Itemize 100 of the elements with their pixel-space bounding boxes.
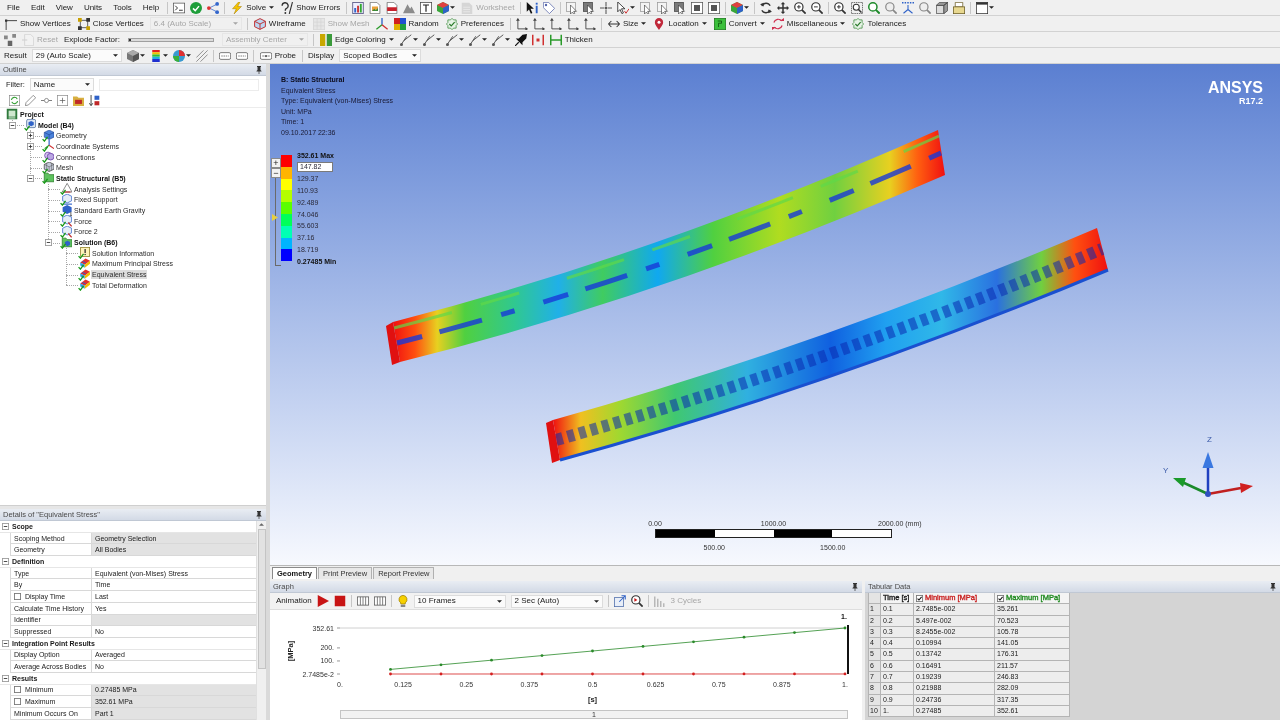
select-icon[interactable] [583,1,596,14]
rotate-icon[interactable] [760,1,773,14]
expander-icon[interactable] [9,121,16,129]
pin-icon[interactable] [255,65,263,74]
graphics-viewport[interactable] [270,64,1280,565]
edge-icon[interactable] [491,33,504,46]
color-bar-icon[interactable] [149,49,162,62]
toolbar-button[interactable]: Convert [712,16,766,31]
checkbox[interactable] [14,592,21,600]
collapse-icon[interactable] [2,557,9,565]
checkbox[interactable] [916,594,923,602]
pin-icon[interactable] [1269,582,1277,591]
toolbar-button[interactable]: Close Vertices [76,16,145,31]
text-tool-icon[interactable] [420,1,433,14]
menu-item[interactable]: View [52,0,76,15]
axis-icon[interactable] [532,17,545,30]
zoom-box-icon[interactable] [851,1,864,14]
image-document-icon[interactable] [369,1,382,14]
collapse-icon[interactable] [2,639,9,647]
select-icon[interactable] [708,1,721,14]
cube-icon[interactable] [437,1,450,14]
magnifier-icon[interactable] [630,595,643,607]
label-icon[interactable] [235,49,248,62]
toolbar-button[interactable]: Miscellaneous [770,16,847,31]
explode-icon[interactable] [4,33,16,46]
zoom-in-icon[interactable] [794,1,807,14]
edge-icon[interactable] [399,33,412,46]
checkbox[interactable] [14,698,21,706]
scroll-up-icon[interactable] [259,523,264,526]
toolbar-button[interactable]: Size [606,16,648,31]
axis-icon[interactable] [549,17,562,30]
dropdown[interactable]: 2 Sec (Auto) [510,594,603,608]
expander-icon[interactable] [45,239,52,247]
pin-icon[interactable] [851,582,859,591]
menu-item[interactable]: File [4,0,23,15]
collapse-icon[interactable] [2,522,9,530]
menu-item[interactable]: Edit [27,0,48,15]
refresh-icon[interactable] [9,94,20,106]
pointer-icon[interactable] [526,1,539,14]
pencil-icon[interactable] [25,94,36,106]
toolbar-button[interactable]: Solve [230,0,276,15]
time-marker-line[interactable] [846,625,849,674]
tag-icon[interactable] [543,1,556,14]
expander-icon[interactable] [27,174,34,182]
slider-track[interactable] [127,37,214,42]
scrollbar-thumb[interactable] [257,529,266,669]
checkbox[interactable] [14,686,21,694]
console-icon[interactable] [173,1,186,14]
bulb-icon[interactable] [396,595,409,607]
dropdown[interactable]: 10 Frames [413,594,506,608]
toolbar-button[interactable]: Tolerances [851,16,908,31]
toolbar-button[interactable]: Edge Coloring [318,32,395,47]
pointer-icon[interactable] [617,1,630,14]
toolbar-button[interactable]: Show Vertices [4,16,72,31]
slider-thumb[interactable] [128,38,131,41]
toolbar-button[interactable]: Wireframe [252,16,307,31]
toolbar-button[interactable]: Probe [258,48,298,63]
tray-icon[interactable] [953,1,966,14]
play-icon[interactable] [316,595,329,607]
checkbox[interactable] [997,594,1004,602]
view-cube-icon[interactable] [936,1,949,14]
menu-item[interactable]: Help [139,0,163,15]
zoom-out-icon[interactable] [811,1,824,14]
expander-icon[interactable] [27,142,34,150]
toolbar-button[interactable]: Location [652,16,708,31]
mountain-icon[interactable] [403,1,416,14]
menu-item[interactable]: Tools [110,0,135,15]
legend-minus-button[interactable]: − [271,168,281,178]
frames-icon[interactable] [356,595,369,607]
zoom-in-icon[interactable] [834,1,847,14]
vertex-select-icon[interactable] [600,1,613,14]
select-icon[interactable] [640,1,653,14]
toolbar-button[interactable]: Thicken [548,32,594,47]
axis-icon[interactable] [566,17,579,30]
toolbar-button[interactable]: Preferences [444,16,505,31]
select-icon[interactable] [691,1,704,14]
scrollbar[interactable] [256,521,266,720]
pin-icon[interactable] [255,510,263,519]
nodes-icon[interactable] [207,1,220,14]
folder-icon[interactable] [73,94,84,106]
select-icon[interactable] [657,1,670,14]
pan-icon[interactable] [777,1,790,14]
stop-icon[interactable] [333,595,346,607]
dropdown[interactable]: 29 (Auto Scale) [31,49,122,62]
dropdown[interactable]: Name [29,78,94,91]
expand-icon[interactable] [57,94,68,106]
label-icon[interactable] [218,49,231,62]
expander-icon[interactable] [27,132,34,140]
zoom-fit-icon[interactable] [868,1,881,14]
slider-handle-icon[interactable] [272,214,278,221]
iso-view-icon[interactable] [902,1,915,14]
sphere-icon[interactable] [172,49,185,62]
vector-arrows-icon[interactable] [195,49,208,62]
menu-item[interactable]: Units [80,0,106,15]
dropdown[interactable]: Scoped Bodies [339,49,422,62]
select-icon[interactable] [566,1,579,14]
window-icon[interactable] [976,1,989,14]
frames-icon[interactable] [373,595,386,607]
axis-icon[interactable] [515,17,528,30]
edge-icon[interactable] [422,33,435,46]
